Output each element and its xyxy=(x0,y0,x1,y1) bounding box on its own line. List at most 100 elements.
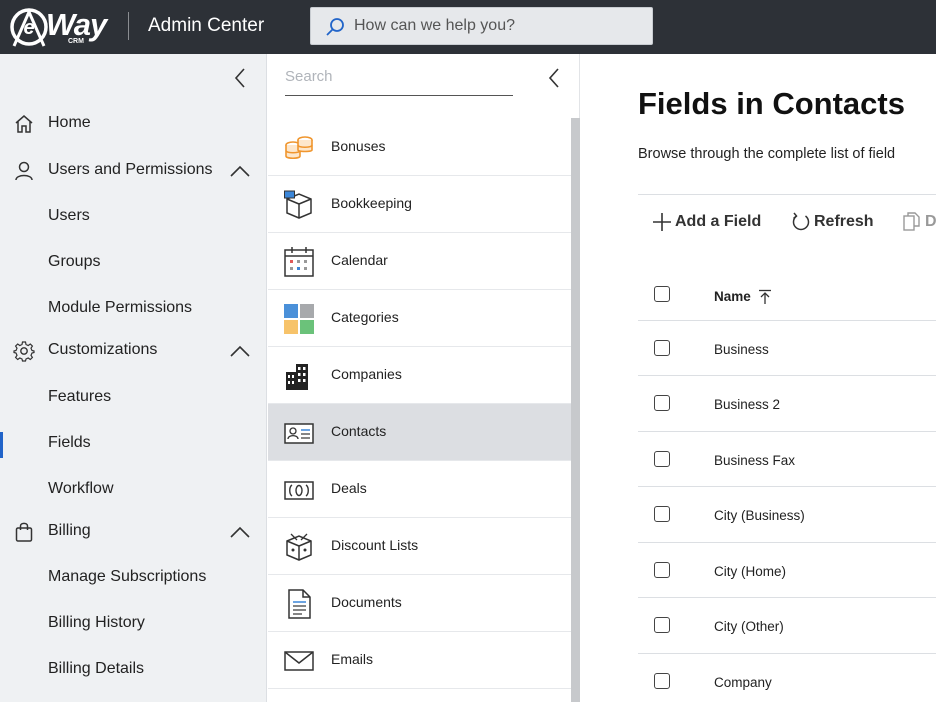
row-checkbox[interactable] xyxy=(654,673,670,689)
module-label: Companies xyxy=(331,366,402,382)
refresh-label: Refresh xyxy=(814,213,874,230)
nav-label: Features xyxy=(48,388,112,405)
deals-icon xyxy=(284,481,314,500)
module-label: Documents xyxy=(331,594,402,610)
column-header-name[interactable]: Name xyxy=(714,289,771,304)
row-checkbox[interactable] xyxy=(654,340,670,356)
row-divider xyxy=(638,653,936,654)
chevron-up-icon[interactable] xyxy=(228,521,252,543)
module-label: Bonuses xyxy=(331,138,386,154)
nav-label: Users xyxy=(48,207,90,224)
column-header-label: Name xyxy=(714,289,751,304)
add-field-label: Add a Field xyxy=(675,213,762,230)
nav-label: Fields xyxy=(48,434,91,451)
row-divider xyxy=(638,431,936,432)
module-item-calendar[interactable]: Calendar xyxy=(268,233,571,290)
module-item-categories[interactable]: Categories xyxy=(268,290,571,347)
nav-item-users[interactable]: Users xyxy=(0,197,266,237)
row-divider xyxy=(638,375,936,376)
nav-item-features[interactable]: Features xyxy=(0,378,266,418)
row-checkbox[interactable] xyxy=(654,562,670,578)
sort-ascending-icon xyxy=(759,289,771,304)
help-search-placeholder: How can we help you? xyxy=(354,17,515,34)
nav-item-billing[interactable]: Billing xyxy=(0,512,266,552)
module-item-bonuses[interactable]: Bonuses xyxy=(268,119,571,176)
categories-icon xyxy=(284,304,314,334)
chevron-up-icon[interactable] xyxy=(228,160,252,182)
discount-box-icon xyxy=(286,533,312,561)
table-row[interactable]: Company xyxy=(714,675,772,690)
module-item-emails[interactable]: Emails xyxy=(268,632,571,689)
help-search-input[interactable]: How can we help you? xyxy=(310,7,653,45)
select-all-checkbox[interactable] xyxy=(654,286,670,302)
row-checkbox[interactable] xyxy=(654,451,670,467)
table-row[interactable]: Business 2 xyxy=(714,397,780,412)
module-search-input[interactable]: Search xyxy=(285,66,513,96)
refresh-button[interactable]: Refresh xyxy=(791,211,886,237)
shopping-bag-icon xyxy=(15,522,33,542)
nav-item-billing-history[interactable]: Billing History xyxy=(0,604,266,644)
nav-item-manage-subscriptions[interactable]: Manage Subscriptions xyxy=(0,558,266,598)
building-icon xyxy=(286,364,308,390)
contact-card-icon xyxy=(284,423,314,444)
header-divider xyxy=(128,12,129,40)
coins-icon xyxy=(285,136,313,160)
module-item-deals[interactable]: Deals xyxy=(268,461,571,518)
page-title: Fields in Contacts xyxy=(638,86,905,121)
nav-label: Billing xyxy=(48,522,91,539)
nav-item-groups[interactable]: Groups xyxy=(0,243,266,283)
eway-logo[interactable]: e Way CRM xyxy=(6,4,116,50)
page-description: Browse through the complete list of fiel… xyxy=(638,146,896,162)
row-checkbox[interactable] xyxy=(654,506,670,522)
module-list-panel: Search Bonuses Bookkeeping Calendar Cate… xyxy=(268,54,580,702)
row-checkbox[interactable] xyxy=(654,617,670,633)
top-bar: e Way CRM Admin Center How can we help y… xyxy=(0,0,936,54)
main-content: Fields in Contacts Browse through the co… xyxy=(581,54,936,702)
nav-item-workflow[interactable]: Workflow xyxy=(0,470,266,510)
svg-text:e: e xyxy=(23,17,34,39)
nav-label: Customizations xyxy=(48,341,158,358)
document-icon xyxy=(288,589,311,619)
nav-item-module-permissions[interactable]: Module Permissions xyxy=(0,289,266,329)
module-item-discount-lists[interactable]: Discount Lists xyxy=(268,518,571,575)
collapse-nav-chevron-icon[interactable] xyxy=(229,66,253,90)
table-row[interactable]: City (Business) xyxy=(714,508,805,523)
nav-label: Groups xyxy=(48,253,101,270)
module-label: Categories xyxy=(331,309,399,325)
envelope-icon xyxy=(284,651,314,671)
nav-label: Billing Details xyxy=(48,660,145,677)
nav-item-fields[interactable]: Fields xyxy=(0,424,266,464)
add-field-button[interactable]: Add a Field xyxy=(652,211,767,237)
module-label: Deals xyxy=(331,480,367,496)
module-search-placeholder: Search xyxy=(285,68,333,85)
module-label: Calendar xyxy=(331,252,388,268)
nav-label: Manage Subscriptions xyxy=(48,568,207,585)
module-item-documents[interactable]: Documents xyxy=(268,575,571,632)
table-row[interactable]: City (Home) xyxy=(714,564,786,579)
module-item-bookkeeping[interactable]: Bookkeeping xyxy=(268,176,571,233)
row-checkbox[interactable] xyxy=(654,395,670,411)
logo-sub: CRM xyxy=(68,38,84,45)
nav-item-users-and-permissions[interactable]: Users and Permissions xyxy=(0,151,266,191)
search-icon xyxy=(326,18,344,36)
active-indicator xyxy=(0,432,3,458)
copy-button[interactable]: D xyxy=(902,211,936,237)
row-divider xyxy=(638,542,936,543)
nav-item-home[interactable]: Home xyxy=(0,104,266,144)
app-title: Admin Center xyxy=(148,15,265,36)
row-divider xyxy=(638,486,936,487)
table-row[interactable]: Business Fax xyxy=(714,453,795,468)
nav-item-customizations[interactable]: Customizations xyxy=(0,331,266,371)
table-row[interactable]: Business xyxy=(714,342,769,357)
module-item-companies[interactable]: Companies xyxy=(268,347,571,404)
header-row-divider xyxy=(638,320,936,321)
chevron-up-icon[interactable] xyxy=(228,340,252,362)
table-row[interactable]: City (Other) xyxy=(714,619,784,634)
module-list-scrollbar[interactable] xyxy=(571,118,580,702)
module-item-contacts[interactable]: Contacts xyxy=(268,404,571,461)
copy-label: D xyxy=(925,213,936,230)
module-label: Contacts xyxy=(331,423,387,439)
copy-icon xyxy=(903,212,920,231)
collapse-modules-chevron-icon[interactable] xyxy=(543,66,567,90)
nav-item-billing-details[interactable]: Billing Details xyxy=(0,650,266,690)
